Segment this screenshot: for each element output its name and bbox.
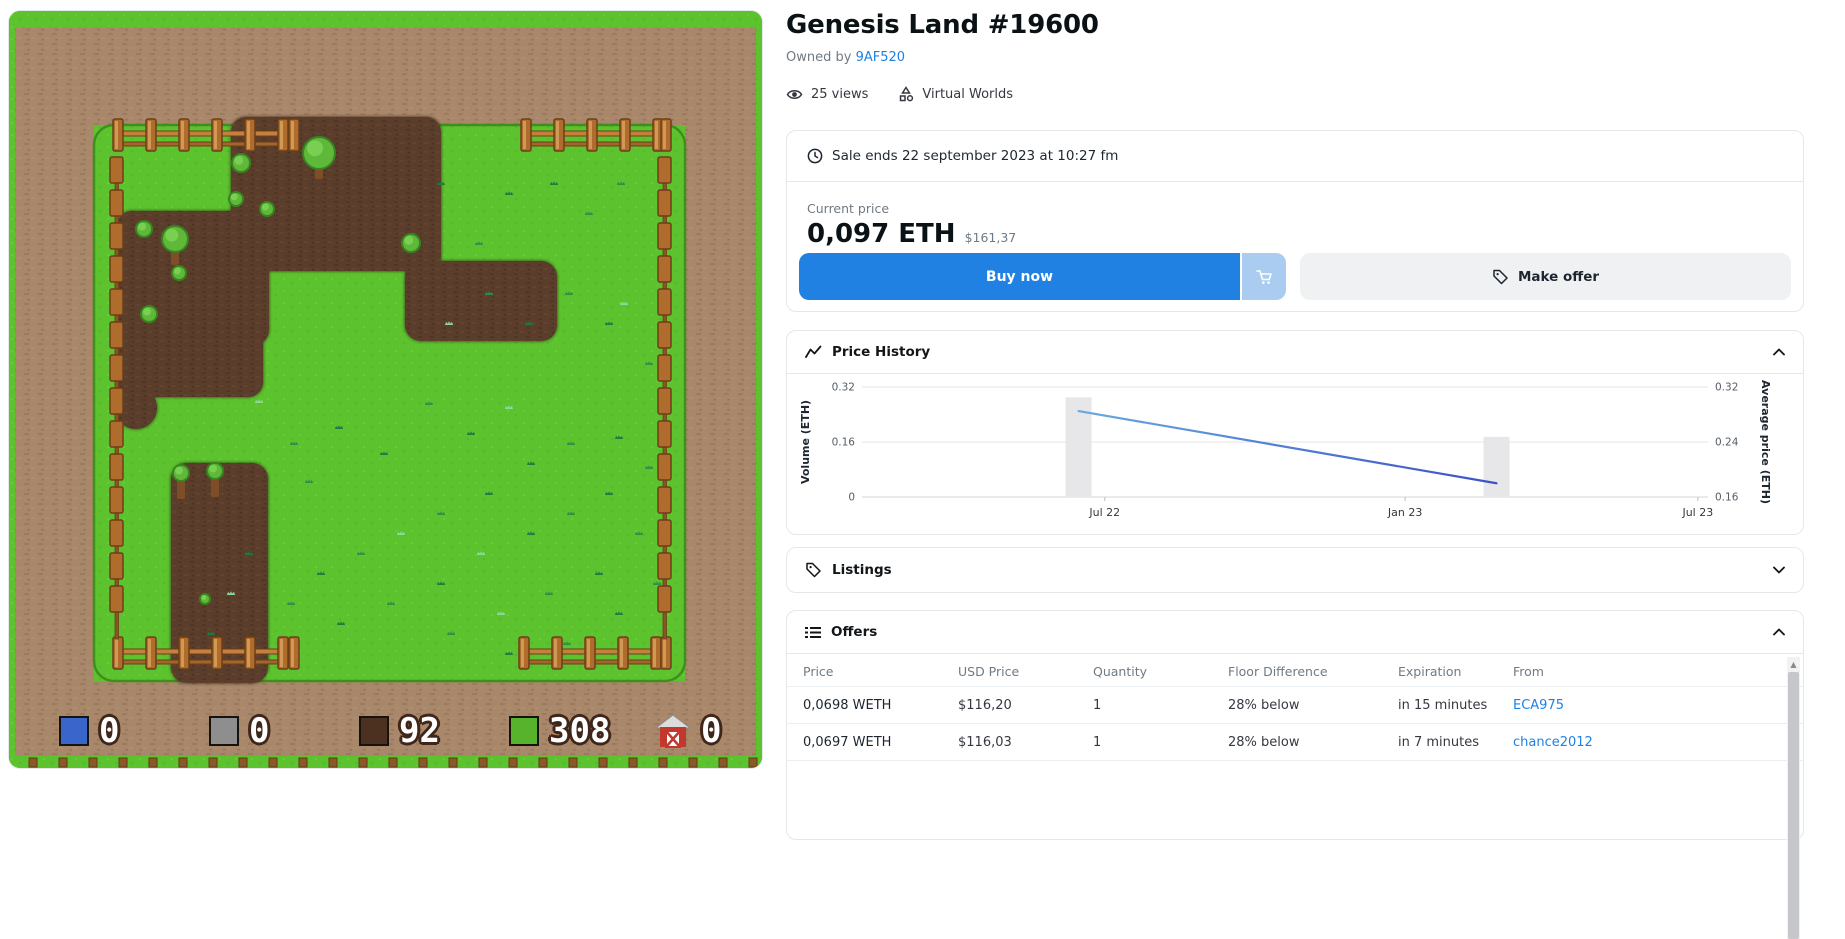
offers-scrollbar[interactable]: ▲ — [1787, 657, 1800, 939]
volume-axis-label: Volume (ETH) — [799, 400, 812, 484]
current-price-label: Current price — [807, 201, 889, 216]
tag-icon — [805, 561, 822, 578]
offers-title: Offers — [831, 624, 877, 640]
svg-text:0.16: 0.16 — [1715, 492, 1739, 504]
water-swatch — [59, 716, 89, 746]
col-from: From — [1505, 664, 1795, 679]
offer-floor-difference: 28% below — [1220, 735, 1390, 750]
sale-ends-row: Sale ends 22 september 2023 at 10:27 fm — [787, 131, 1803, 182]
price-history-title: Price History — [832, 344, 930, 360]
nft-image-map[interactable]: 0 0 92 308 0 — [8, 10, 763, 769]
owner-link[interactable]: 9AF520 — [856, 50, 905, 65]
col-quantity: Quantity — [1085, 664, 1220, 679]
price-history-card: Price History 0.320.1600.320.240.16Jul 2… — [786, 330, 1804, 535]
listings-card: Listings — [786, 547, 1804, 593]
svg-text:Jan 23: Jan 23 — [1387, 506, 1422, 519]
buttons-row: Buy now Make offer — [799, 253, 1791, 300]
svg-text:0.32: 0.32 — [832, 382, 855, 394]
chevron-up-icon[interactable] — [1773, 348, 1785, 356]
svg-text:0: 0 — [848, 492, 855, 504]
barn-icon — [655, 714, 691, 748]
land-map-graphic — [9, 11, 762, 768]
offer-from-link[interactable]: ECA975 — [1513, 698, 1564, 713]
owner-row: Owned by 9AF520 — [786, 50, 905, 65]
activity-chart-icon — [805, 345, 822, 359]
offers-header[interactable]: Offers — [787, 611, 1803, 654]
grass-swatch — [509, 716, 539, 746]
legend-item-stone: 0 — [209, 714, 269, 748]
offer-quantity: 1 — [1085, 735, 1220, 750]
offer-price: 0,0697 WETH — [795, 735, 950, 750]
offer-row: 0,0698 WETH $116,20 1 28% below in 15 mi… — [787, 687, 1803, 724]
offer-price: 0,0698 WETH — [795, 698, 950, 713]
owned-by-label: Owned by — [786, 50, 851, 65]
buy-now-button[interactable]: Buy now — [799, 253, 1240, 300]
clock-icon — [807, 148, 823, 164]
offer-usd: $116,03 — [950, 735, 1085, 750]
price-history-header[interactable]: Price History — [787, 331, 1803, 374]
make-offer-button[interactable]: Make offer — [1300, 253, 1791, 300]
avg-price-axis-label: Average price (ETH) — [1759, 380, 1772, 504]
nft-details-panel: Genesis Land #19600 Owned by 9AF520 25 v… — [786, 0, 1804, 775]
meta-row: 25 views Virtual Worlds — [786, 86, 1013, 102]
soil-count: 92 — [399, 714, 440, 748]
buy-now-group: Buy now — [799, 253, 1286, 300]
barn-count: 0 — [701, 714, 721, 748]
offer-expiration: in 15 minutes — [1390, 698, 1505, 713]
list-icon — [805, 626, 821, 639]
chevron-down-icon[interactable] — [1773, 566, 1785, 574]
views-count: 25 views — [811, 87, 868, 102]
buy-separator — [1240, 253, 1242, 300]
offers-table: Price USD Price Quantity Floor Differenc… — [787, 657, 1803, 761]
offers-card: Offers Price USD Price Quantity Floor Di… — [786, 610, 1804, 840]
soil-swatch — [359, 716, 389, 746]
legend-item-barn: 0 — [655, 714, 721, 748]
offer-from-link[interactable]: chance2012 — [1513, 735, 1593, 750]
add-to-cart-button[interactable] — [1242, 253, 1286, 300]
tag-icon — [1492, 268, 1509, 285]
category-item[interactable]: Virtual Worlds — [898, 86, 1013, 102]
listings-title: Listings — [832, 562, 892, 578]
legend-item-soil: 92 — [359, 714, 440, 748]
legend-item-water: 0 — [59, 714, 119, 748]
col-usd-price: USD Price — [950, 664, 1085, 679]
map-legend: 0 0 92 308 0 — [9, 708, 762, 754]
virtual-worlds-icon — [898, 86, 914, 102]
offer-expiration: in 7 minutes — [1390, 735, 1505, 750]
offer-floor-difference: 28% below — [1220, 698, 1390, 713]
offer-row: 0,0697 WETH $116,03 1 28% below in 7 min… — [787, 724, 1803, 761]
views-item: 25 views — [786, 87, 868, 102]
offer-quantity: 1 — [1085, 698, 1220, 713]
grass-count: 308 — [549, 714, 610, 748]
price-usd: $161,37 — [965, 230, 1017, 245]
water-count: 0 — [99, 714, 119, 748]
price-eth: 0,097 ETH — [807, 219, 956, 249]
stone-swatch — [209, 716, 239, 746]
svg-text:Jul 23: Jul 23 — [1681, 506, 1713, 519]
chevron-up-icon[interactable] — [1773, 628, 1785, 636]
stone-count: 0 — [249, 714, 269, 748]
svg-text:0.32: 0.32 — [1715, 382, 1738, 394]
svg-text:0.24: 0.24 — [1715, 437, 1739, 449]
price-history-chart: 0.320.1600.320.240.16Jul 22Jan 23Jul 23 … — [787, 373, 1803, 533]
listings-header[interactable]: Listings — [787, 548, 1803, 591]
sale-ends-text: Sale ends 22 september 2023 at 10:27 fm — [832, 148, 1118, 164]
legend-item-grass: 308 — [509, 714, 610, 748]
svg-text:Jul 22: Jul 22 — [1088, 506, 1120, 519]
page-title: Genesis Land #19600 — [786, 10, 1099, 40]
svg-text:0.16: 0.16 — [832, 437, 856, 449]
make-offer-label: Make offer — [1518, 269, 1599, 285]
eye-icon — [786, 87, 803, 102]
col-floor-difference: Floor Difference — [1220, 664, 1390, 679]
offer-usd: $116,20 — [950, 698, 1085, 713]
scroll-up-arrow[interactable]: ▲ — [1787, 657, 1800, 671]
price-row: 0,097 ETH $161,37 — [807, 219, 1016, 249]
col-expiration: Expiration — [1390, 664, 1505, 679]
cart-icon — [1254, 267, 1274, 287]
category-label: Virtual Worlds — [922, 87, 1013, 102]
scrollbar-thumb[interactable] — [1788, 672, 1799, 939]
col-price: Price — [795, 664, 950, 679]
offers-table-header: Price USD Price Quantity Floor Differenc… — [787, 657, 1803, 687]
sale-card: Sale ends 22 september 2023 at 10:27 fm … — [786, 130, 1804, 312]
